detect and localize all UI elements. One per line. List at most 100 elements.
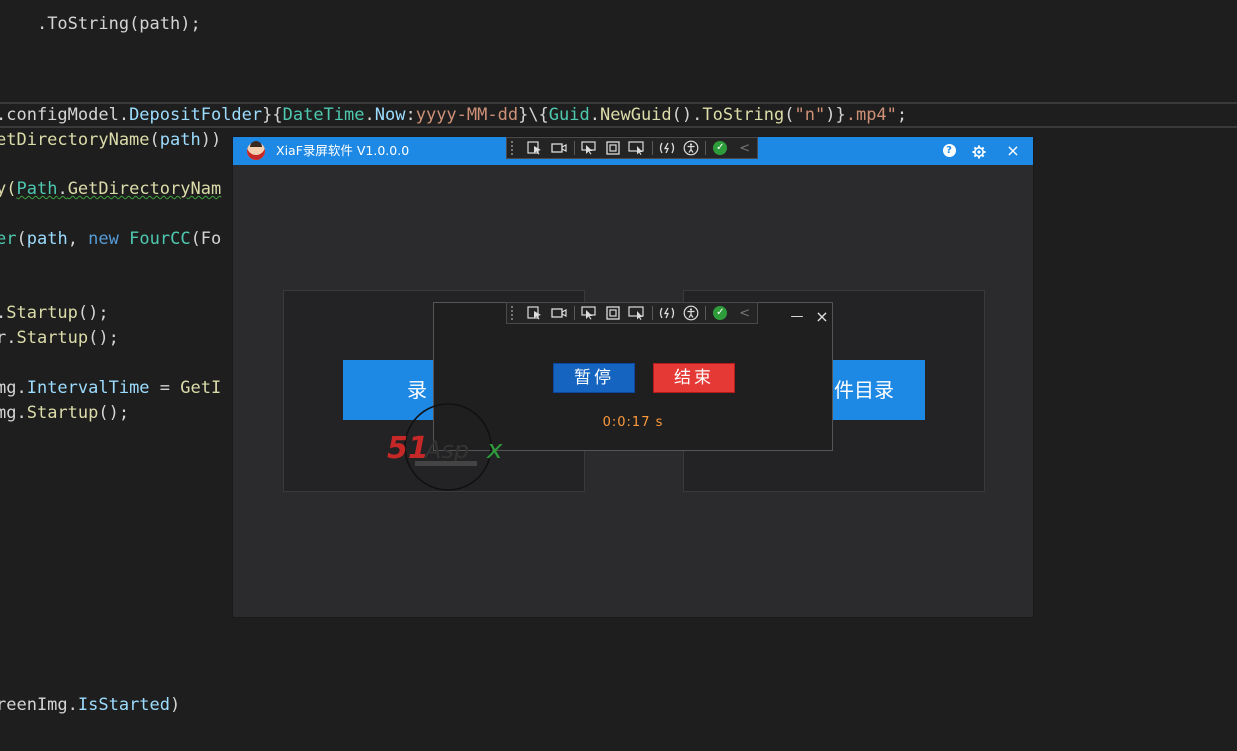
watermark-brand-asp: Asp bbox=[423, 436, 469, 464]
check-glyph: ✓ bbox=[713, 306, 728, 320]
collapse-icon[interactable]: < bbox=[733, 303, 757, 323]
toolbar-grip[interactable] bbox=[511, 306, 517, 320]
recorder-close-button[interactable]: × bbox=[811, 307, 833, 327]
video-record-icon[interactable] bbox=[547, 303, 571, 323]
open-folder-label: 件目录 bbox=[834, 378, 894, 402]
gear-icon bbox=[972, 145, 986, 158]
code-token: ) bbox=[170, 695, 181, 715]
check-icon[interactable]: ✓ bbox=[708, 138, 732, 158]
settings-button[interactable] bbox=[965, 137, 993, 165]
window-title: XiaF录屏软件 V1.0.0.0 bbox=[276, 143, 410, 158]
video-record-icon[interactable] bbox=[547, 138, 571, 158]
code-token: (); bbox=[88, 328, 119, 348]
code-token: IntervalTime bbox=[26, 378, 150, 398]
frame-icon[interactable] bbox=[601, 303, 625, 323]
toolbar-separator bbox=[573, 141, 575, 155]
toolbar-separator bbox=[651, 141, 653, 155]
xaml-debug-toolbar: ✓ < bbox=[506, 137, 758, 159]
code-token: Startup bbox=[16, 328, 89, 348]
code-token: (). bbox=[671, 105, 703, 125]
code-line-9: reenImg.IsStarted) bbox=[0, 693, 180, 717]
code-token: er bbox=[0, 229, 17, 249]
hot-reload-icon[interactable] bbox=[655, 303, 679, 323]
code-line-7: mg.IntervalTime = GetI bbox=[0, 376, 221, 400]
help-button[interactable]: ? bbox=[935, 137, 963, 165]
code-line-8: mg.Startup(); bbox=[0, 401, 129, 425]
select-element-icon[interactable] bbox=[523, 303, 547, 323]
code-token: ( bbox=[149, 130, 160, 150]
code-token: mg. bbox=[0, 378, 27, 398]
help-icon: ? bbox=[942, 144, 956, 157]
code-token: Now bbox=[374, 105, 406, 125]
watermark-brand-51: 51 bbox=[387, 431, 429, 466]
code-token: ( bbox=[784, 105, 795, 125]
code-token: , bbox=[67, 229, 89, 249]
minimize-button[interactable]: — bbox=[786, 307, 808, 327]
code-token: )} bbox=[825, 105, 846, 125]
accessibility-icon[interactable] bbox=[679, 138, 703, 158]
pause-button[interactable]: 暂停 bbox=[553, 363, 635, 393]
code-token: FourCC bbox=[129, 229, 191, 249]
check-glyph: ✓ bbox=[713, 141, 728, 155]
collapse-icon[interactable]: < bbox=[733, 138, 757, 158]
frame-icon[interactable] bbox=[601, 138, 625, 158]
code-line-5: .Startup(); bbox=[0, 301, 109, 325]
watermark-brand-x: x bbox=[486, 435, 503, 465]
stop-button[interactable]: 结束 bbox=[653, 363, 735, 393]
code-token: : bbox=[405, 105, 416, 125]
code-token: Path bbox=[16, 179, 58, 199]
code-line-2: etDirectoryName(path)) bbox=[0, 128, 221, 152]
code-line-3: y(Path.GetDirectoryNam bbox=[0, 177, 221, 201]
code-token: . bbox=[589, 105, 600, 125]
code-token: }\{ bbox=[518, 105, 549, 125]
xaml-debug-toolbar-recorder: ✓ < bbox=[506, 302, 758, 324]
code-token: DateTime bbox=[282, 105, 365, 125]
hot-reload-icon[interactable] bbox=[655, 138, 679, 158]
close-button[interactable]: × bbox=[999, 137, 1027, 165]
code-token: )) bbox=[200, 130, 222, 150]
code-token: ToString bbox=[702, 105, 785, 125]
code-token: GetDirectoryNam bbox=[67, 179, 222, 199]
screen-select-icon[interactable] bbox=[625, 138, 649, 158]
code-token: mg. bbox=[0, 403, 27, 423]
code-token: reenImg. bbox=[0, 695, 78, 715]
code-token: NewGuid bbox=[600, 105, 672, 125]
code-token: Startup bbox=[6, 303, 78, 323]
code-token: yyyy-MM-dd bbox=[415, 105, 519, 125]
watermark-logo: 51 Asp x bbox=[387, 402, 517, 494]
toolbar-separator bbox=[651, 306, 653, 320]
code-token: path bbox=[159, 130, 201, 150]
code-token: r. bbox=[0, 328, 17, 348]
code-token: DepositFolder bbox=[129, 105, 263, 125]
toolbar-separator bbox=[705, 141, 707, 155]
pointer-select-icon[interactable] bbox=[576, 303, 600, 323]
code-token: "n" bbox=[794, 105, 826, 125]
accessibility-icon[interactable] bbox=[679, 303, 703, 323]
code-token: (); bbox=[98, 403, 130, 423]
code-token: .configModel. bbox=[0, 105, 130, 125]
code-line-6: r.Startup(); bbox=[0, 326, 119, 350]
code-token: . bbox=[57, 179, 68, 199]
code-token: y( bbox=[0, 179, 17, 199]
code-text: .ToString(path); bbox=[36, 14, 201, 34]
code-token: Guid bbox=[548, 105, 590, 125]
toolbar-separator bbox=[705, 306, 707, 320]
code-token: new bbox=[88, 229, 119, 249]
code-line-0: .ToString(path); bbox=[0, 0, 201, 34]
app-logo-icon bbox=[247, 141, 265, 160]
code-token: IsStarted bbox=[77, 695, 171, 715]
code-token: . bbox=[364, 105, 375, 125]
code-token: Startup bbox=[26, 403, 99, 423]
code-token: = bbox=[149, 378, 181, 398]
code-token: (Fo bbox=[190, 229, 222, 249]
code-line-1: .configModel.DepositFolder}{DateTime.Now… bbox=[0, 103, 907, 127]
check-icon[interactable]: ✓ bbox=[708, 303, 732, 323]
pointer-select-icon[interactable] bbox=[576, 138, 600, 158]
code-line-4: er(path, new FourCC(Fo bbox=[0, 227, 221, 251]
code-token: }{ bbox=[262, 105, 283, 125]
code-token: ( bbox=[16, 229, 27, 249]
toolbar-grip[interactable] bbox=[511, 141, 517, 155]
screen-select-icon[interactable] bbox=[625, 303, 649, 323]
select-element-icon[interactable] bbox=[523, 138, 547, 158]
code-token: (); bbox=[77, 303, 109, 323]
